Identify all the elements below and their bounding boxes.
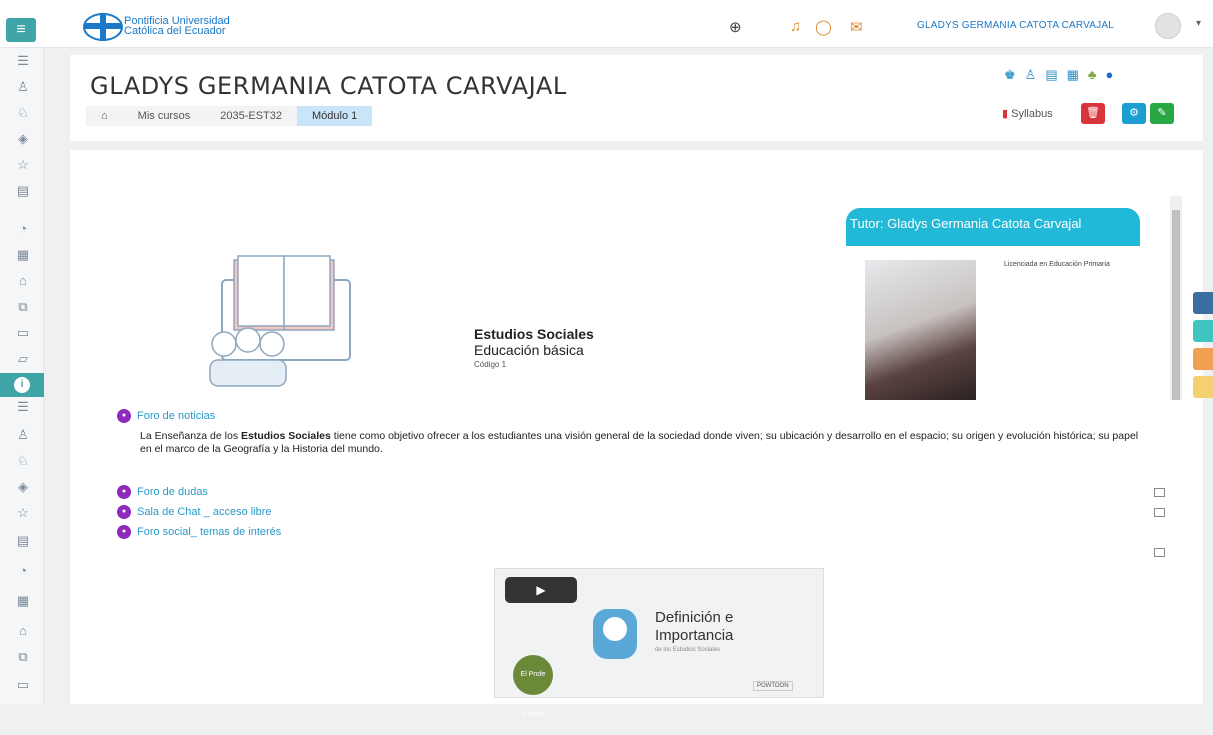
side-tab[interactable]	[1193, 320, 1213, 342]
course-illustration	[209, 255, 351, 387]
users-icon[interactable]: ♙	[14, 78, 32, 96]
menu-toggle-button[interactable]: ≡	[6, 18, 36, 42]
user-menu-name[interactable]: GLADYS GERMANIA CATOTA CARVAJAL	[917, 20, 1114, 31]
book-icon[interactable]: ▤	[1045, 67, 1057, 83]
page-header: GLADYS GERMANIA CATOTA CARVAJAL ⌂ Mis cu…	[70, 55, 1203, 141]
star-icon[interactable]: ☆	[14, 156, 32, 174]
users-icon[interactable]: ♙	[14, 426, 32, 444]
powtoon-logo: POWTOON	[753, 681, 793, 691]
delete-button[interactable]: 🗑	[1081, 103, 1105, 124]
edit-button[interactable]: ✎	[1150, 103, 1174, 124]
gauge-icon[interactable]: ◔	[14, 220, 32, 238]
side-tab[interactable]	[1193, 376, 1213, 398]
top-navbar: ≡ Pontificia Universidad Católica del Ec…	[0, 0, 1213, 48]
completion-checkbox[interactable]	[1154, 508, 1165, 517]
description-text: La Enseñanza de los	[140, 430, 241, 442]
tutor-description: Licenciada en Educación Primaria	[1004, 261, 1110, 268]
video-conference-icon[interactable]: ●	[1105, 67, 1113, 83]
video-title-line-1: Definición e	[655, 609, 734, 626]
course-description: La Enseñanza de los Estudios Sociales ti…	[140, 430, 1150, 456]
video-subtitle: de los Estudios Sociales	[655, 647, 721, 653]
folder-icon[interactable]: ▱	[14, 350, 32, 368]
globe-pin-icon	[593, 609, 637, 659]
contacts-icon[interactable]: ♘	[14, 452, 32, 470]
home-icon[interactable]: ⌂	[86, 106, 123, 126]
list-icon[interactable]: ☰	[14, 52, 32, 70]
channel-badge: El Profe Carlos	[513, 655, 553, 718]
chat-room-label: Sala de Chat _ acceso libre	[137, 506, 272, 518]
layers-icon[interactable]: ◈	[14, 130, 32, 148]
star-icon[interactable]: ☆	[14, 504, 32, 522]
play-button[interactable]: ▶	[505, 577, 577, 603]
graduation-icon[interactable]: ⌂	[14, 622, 32, 640]
clipboard-icon[interactable]: ▭	[14, 324, 32, 342]
settings-button[interactable]: ⚙	[1122, 103, 1146, 124]
globe-icon[interactable]: ⊕	[729, 18, 742, 36]
gauge-icon[interactable]: ◔	[14, 562, 32, 580]
forum-icon: ●	[117, 525, 131, 539]
clipboard-icon[interactable]: ▭	[14, 676, 32, 694]
video-title: Definición e Importancia	[655, 609, 815, 645]
breadcrumb: ⌂ Mis cursos 2035-EST32 Módulo 1	[86, 106, 373, 126]
page-title: GLADYS GERMANIA CATOTA CARVAJAL	[90, 72, 567, 100]
library-icon[interactable]: ♣	[1088, 67, 1097, 83]
user-avatar[interactable]	[1155, 13, 1181, 39]
pdf-icon: ▮	[1002, 108, 1012, 120]
sidebar: ☰ ♙ ♘ ◈ ☆ ▤ ◔ ▦ ⌂ ⧉ ▭ ▱ i ☰ ♙ ♘ ◈ ☆ ▤ ◔ …	[0, 48, 44, 704]
info-icon: i	[14, 377, 30, 393]
contacts-icon[interactable]: ♘	[14, 104, 32, 122]
bell-icon[interactable]: ♫	[790, 18, 801, 35]
info-button[interactable]: i	[0, 373, 44, 397]
tutor-scrollbar-thumb[interactable]	[1172, 210, 1180, 400]
completion-checkbox[interactable]	[1154, 548, 1165, 557]
forum-social-label: Foro social_ temas de interés	[137, 526, 282, 538]
breadcrumb-module[interactable]: Módulo 1	[296, 106, 373, 126]
forum-doubts-label: Foro de dudas	[137, 486, 208, 498]
video-embed[interactable]: ▶ Definición e Importancia de los Estudi…	[494, 568, 824, 718]
chevron-down-icon[interactable]: ▾	[1196, 18, 1201, 29]
calendar-icon[interactable]: ▦	[14, 592, 32, 610]
side-tab[interactable]	[1193, 292, 1213, 314]
side-tab[interactable]	[1193, 348, 1213, 370]
mail-icon[interactable]: ✉	[850, 18, 863, 36]
university-logo	[83, 13, 123, 41]
chat-icon: ●	[117, 505, 131, 519]
forum-social-link[interactable]: ● Foro social_ temas de interés	[117, 524, 281, 540]
forum-news-link[interactable]: ● Foro de noticias	[117, 408, 215, 424]
syllabus-label: Syllabus	[1011, 108, 1053, 120]
course-name: Estudios Sociales	[474, 326, 594, 342]
description-bold: Estudios Sociales	[241, 430, 331, 442]
course-content: Estudios Sociales Educación básica Códig…	[70, 150, 1203, 718]
completion-checkbox[interactable]	[1154, 488, 1165, 497]
group-icon[interactable]: ♚	[1004, 67, 1016, 83]
breadcrumb-course[interactable]: 2035-EST32	[205, 106, 297, 126]
forum-icon: ●	[117, 409, 131, 423]
copy-icon[interactable]: ⧉	[14, 648, 32, 666]
video-title-line-2: Importancia	[655, 627, 734, 644]
copy-icon[interactable]: ⧉	[14, 298, 32, 316]
forum-doubts-link[interactable]: ● Foro de dudas	[117, 484, 208, 500]
book-icon[interactable]: ▤	[14, 532, 32, 550]
tutor-photo	[865, 260, 976, 400]
course-code: Código 1	[474, 360, 507, 369]
course-level: Educación básica	[474, 342, 584, 358]
layers-icon[interactable]: ◈	[14, 478, 32, 496]
chat-icon[interactable]: ◯	[815, 18, 832, 36]
book-icon[interactable]: ▤	[14, 182, 32, 200]
brand-line-2: Católica del Ecuador	[124, 25, 226, 37]
chat-room-link[interactable]: ● Sala de Chat _ acceso libre	[117, 504, 272, 520]
syllabus-link[interactable]: ▮ Syllabus	[1002, 107, 1053, 120]
forum-news-label: Foro de noticias	[137, 410, 216, 422]
brand-name[interactable]: Pontificia Universidad Católica del Ecua…	[124, 16, 230, 37]
users-icon[interactable]: ♙	[1025, 67, 1037, 83]
calendar-icon[interactable]: ▦	[14, 246, 32, 264]
forum-icon: ●	[117, 485, 131, 499]
tutor-header: Tutor: Gladys Germania Catota Carvajal	[846, 208, 1140, 246]
breadcrumb-my-courses[interactable]: Mis cursos	[123, 106, 206, 126]
graduation-icon[interactable]: ⌂	[14, 272, 32, 290]
course-tools: ♚ ♙ ▤ ▦ ♣ ●	[1004, 67, 1113, 83]
list-icon[interactable]: ☰	[14, 398, 32, 416]
calendar-icon[interactable]: ▦	[1067, 67, 1079, 83]
